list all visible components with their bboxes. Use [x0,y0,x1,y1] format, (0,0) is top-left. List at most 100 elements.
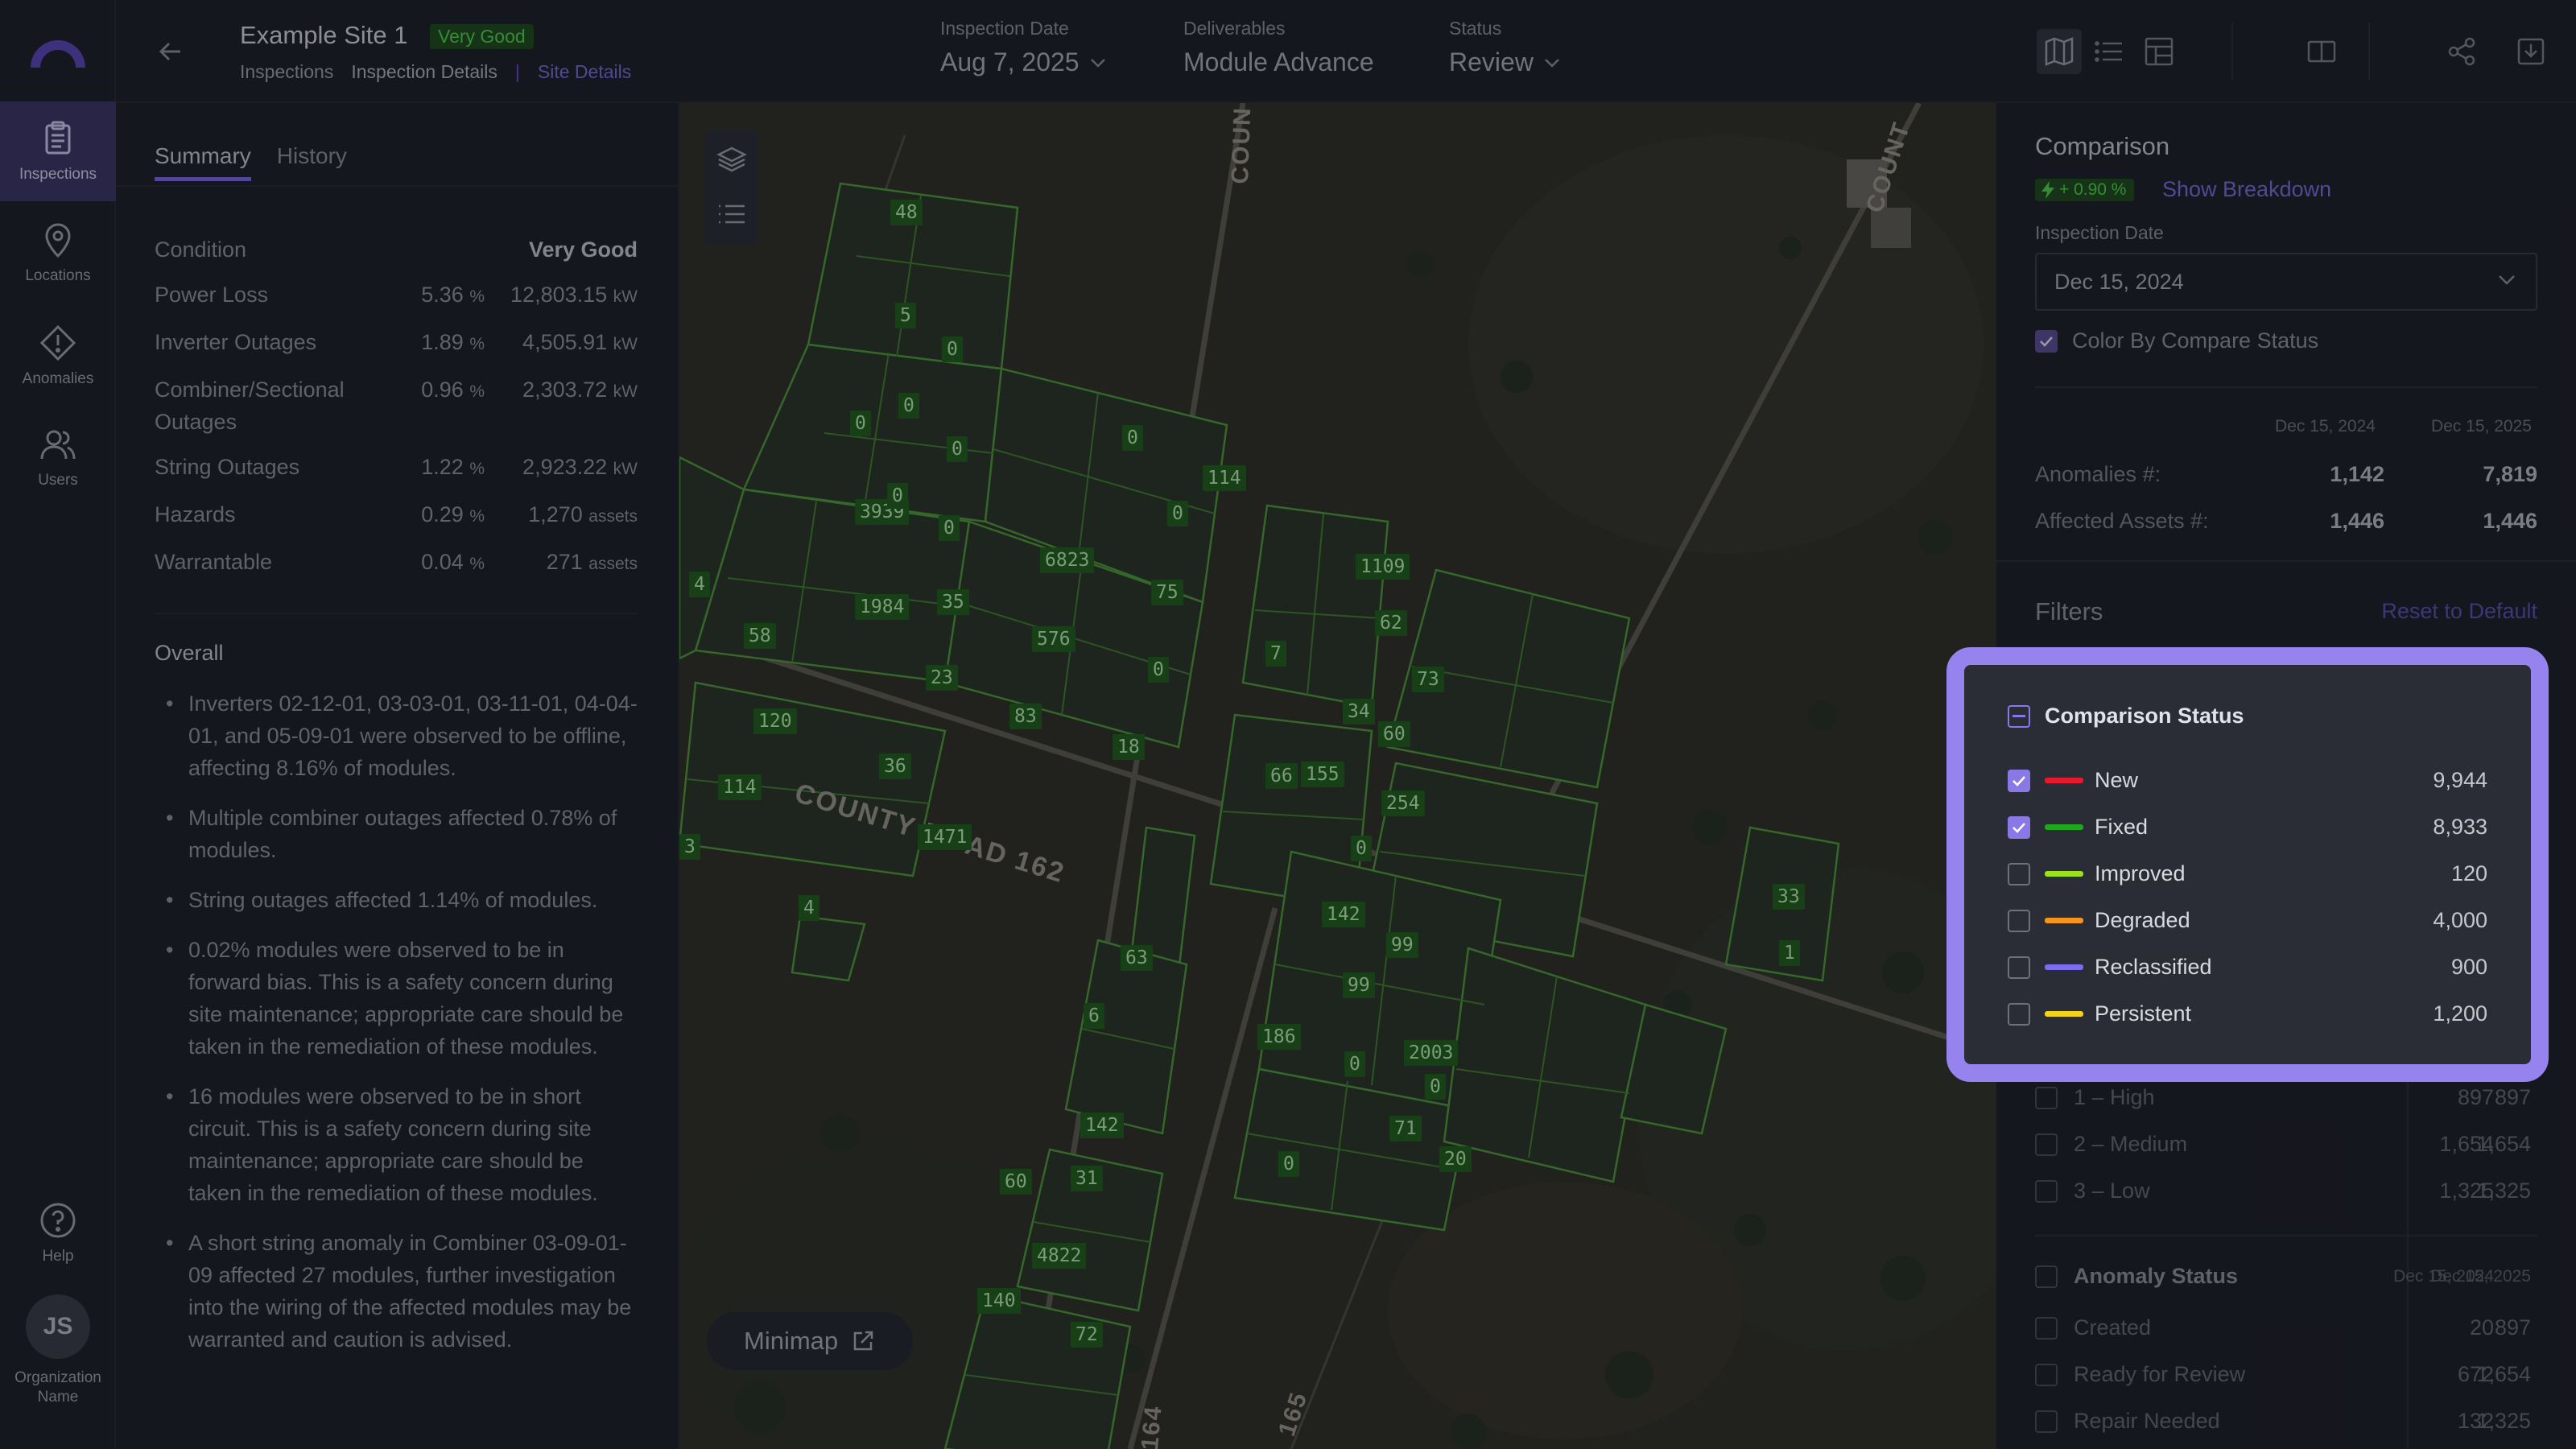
reset-to-default-link[interactable]: Reset to Default [2381,599,2537,624]
block-label[interactable]: 140 [977,1288,1021,1314]
block-label[interactable]: 71 [1389,1116,1422,1141]
block-label[interactable]: 0 [898,393,919,419]
block-label[interactable]: 6 [1084,1003,1104,1029]
block-label[interactable]: 142 [1080,1113,1124,1138]
color-by-compare-toggle[interactable]: Color By Compare Status [2035,328,2318,353]
checkbox[interactable] [2008,862,2030,886]
site-map[interactable]: COUNTY ROAD 162 COUN COUNT 164 165 48500… [679,103,1996,1449]
block-label[interactable]: 99 [1386,932,1418,958]
rail-item-inspections[interactable]: Inspections [0,101,116,201]
checkbox[interactable] [2035,1133,2058,1156]
block-label[interactable]: 62 [1375,610,1407,636]
block-label[interactable]: 0 [1425,1074,1446,1100]
compare-date-select[interactable]: Dec 15, 2024 [2035,253,2537,311]
block-label[interactable]: 4 [799,895,819,921]
list-view-button[interactable] [2087,29,2132,74]
checkbox[interactable] [2008,769,2030,792]
checkbox[interactable] [2035,1316,2058,1340]
show-breakdown-link[interactable]: Show Breakdown [2162,177,2331,202]
checkbox[interactable] [2035,1410,2058,1433]
block-label[interactable]: 0 [942,336,963,362]
block-label[interactable]: 99 [1343,972,1375,998]
minimap-button[interactable]: Minimap [707,1312,913,1370]
block-label[interactable]: 66 [1265,763,1298,789]
tab-summary[interactable]: Summary [155,143,251,181]
checkbox[interactable] [2035,1086,2058,1109]
block-label[interactable]: 120 [753,708,797,734]
share-button[interactable] [2439,29,2484,74]
block-label[interactable]: 6823 [1040,547,1095,573]
block-label[interactable]: 155 [1301,762,1344,787]
anomaly-status-header[interactable]: Anomaly Status Dec 15, 2024 Dec 15, 2025 [2035,1264,2531,1289]
block-label[interactable]: 5 [895,303,916,328]
checkbox[interactable] [2008,1002,2030,1026]
checkbox[interactable] [2035,1265,2058,1288]
block-label[interactable]: 60 [1000,1169,1032,1195]
block-label[interactable]: 0 [1148,657,1169,683]
block-label[interactable]: 142 [1322,902,1365,927]
block-label[interactable]: 73 [1412,667,1444,692]
block-label[interactable]: 0 [1278,1151,1299,1177]
comparison-status-header[interactable]: Comparison Status [2008,704,2244,729]
app-logo[interactable] [0,0,116,101]
checkbox[interactable] [2035,329,2058,353]
avatar[interactable]: JS [26,1294,90,1359]
block-label[interactable]: 186 [1257,1024,1301,1050]
block-label[interactable]: 18 [1113,734,1145,760]
block-label[interactable]: 114 [718,774,762,800]
block-label[interactable]: 114 [1203,465,1246,491]
block-label[interactable]: 72 [1071,1322,1103,1348]
tab-history[interactable]: History [277,143,347,181]
block-label[interactable]: 576 [1032,626,1075,652]
back-arrow-icon[interactable] [151,32,190,71]
download-button[interactable] [2508,29,2553,74]
block-label[interactable]: 83 [1009,704,1042,729]
block-label[interactable]: 0 [947,436,968,462]
block-label[interactable]: 2003 [1404,1040,1459,1066]
block-label[interactable]: 0 [850,411,871,436]
breadcrumb-inspections[interactable]: Inspections [240,61,333,83]
block-label[interactable]: 34 [1343,699,1375,724]
comparison-status-row-improved[interactable]: Improved 120 [2008,861,2487,886]
rail-item-users[interactable]: Users [0,407,116,507]
block-label[interactable]: 33 [1773,884,1805,910]
indeterminate-checkbox[interactable] [2008,704,2030,728]
block-label[interactable]: 254 [1381,791,1425,816]
checkbox[interactable] [2035,1179,2058,1203]
severity-filter-row[interactable]: 2 – Medium 1,654 1,654 [2035,1132,2531,1157]
block-label[interactable]: 0 [1351,836,1372,861]
layers-icon[interactable] [716,143,748,175]
list-icon[interactable] [716,198,748,230]
anomaly-status-row[interactable]: Repair Needed 132 1,325 [2035,1409,2531,1434]
block-label[interactable]: 1 [1779,940,1800,966]
block-label[interactable]: 75 [1151,580,1183,605]
block-label[interactable]: 1984 [855,594,910,620]
block-label[interactable]: 1471 [918,824,972,850]
status-selector[interactable]: Status Review [1449,18,1561,77]
block-label[interactable]: 36 [879,753,911,779]
checkbox[interactable] [2008,956,2030,979]
checkbox[interactable] [2008,815,2030,839]
comparison-status-row-reclassified[interactable]: Reclassified 900 [2008,955,2487,980]
anomaly-status-row[interactable]: Created 20 897 [2035,1315,2531,1340]
block-label[interactable]: 60 [1378,721,1410,747]
block-label[interactable]: 48 [890,200,923,225]
block-label[interactable]: 7 [1265,641,1286,667]
map-view-button[interactable] [2037,29,2082,74]
checkbox[interactable] [2035,1363,2058,1386]
block-label[interactable]: 0 [1344,1051,1365,1077]
rail-item-locations[interactable]: Locations [0,203,116,303]
block-label[interactable]: 58 [744,623,776,649]
block-label[interactable]: 0 [1167,501,1188,526]
comparison-status-row-fixed[interactable]: Fixed 8,933 [2008,815,2487,840]
comparison-status-row-new[interactable]: New 9,944 [2008,768,2487,793]
severity-filter-row[interactable]: 1 – High 897 897 [2035,1085,2531,1110]
block-label[interactable]: 20 [1439,1146,1472,1172]
block-label[interactable]: 1109 [1356,554,1410,580]
checkbox[interactable] [2008,909,2030,932]
block-label[interactable]: 4 [689,572,710,597]
block-label[interactable]: 0 [887,483,908,509]
breadcrumb-site-details[interactable]: Site Details [538,61,631,83]
anomaly-status-row[interactable]: Ready for Review 672 1,654 [2035,1362,2531,1387]
block-label[interactable]: 23 [926,665,958,691]
